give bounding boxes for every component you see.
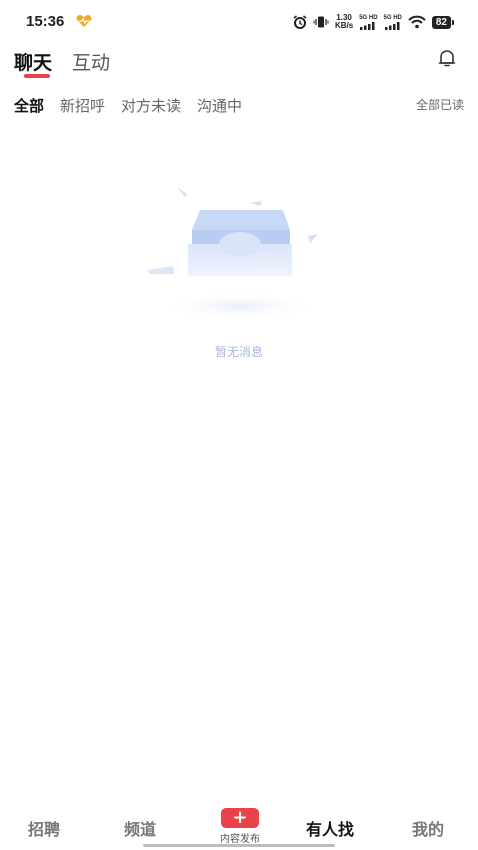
filter-all[interactable]: 全部 xyxy=(14,95,44,116)
filter-unread-by-other[interactable]: 对方未读 xyxy=(121,95,181,116)
filter-row: 全部 新招呼 对方未读 沟通中 xyxy=(14,93,242,117)
tab-chat-label: 聊天 xyxy=(14,52,53,74)
filter-new-greeting[interactable]: 新招呼 xyxy=(60,95,105,116)
empty-state-message: 暂无消息 xyxy=(214,345,263,359)
sim2-label: 5G HD xyxy=(383,14,402,21)
battery-icon: 82 xyxy=(431,15,454,29)
tab-interaction-label: 互动 xyxy=(72,52,111,74)
vibrate-icon xyxy=(313,16,329,28)
signal-sim1: 5G HD xyxy=(359,14,378,30)
plus-icon: + xyxy=(221,808,259,828)
nav-someone-looking[interactable]: 有人找 xyxy=(306,816,354,840)
sim1-label: 5G HD xyxy=(359,14,378,21)
bell-icon[interactable] xyxy=(436,47,458,69)
nav-channel[interactable]: 频道 xyxy=(124,816,156,840)
battery-level: 82 xyxy=(431,15,451,29)
header-tabs: 聊天 互动 xyxy=(14,44,110,84)
net-speed: 1.30 KB/s xyxy=(335,14,353,30)
signal-icon xyxy=(360,21,375,30)
empty-inbox-icon xyxy=(147,187,318,320)
nav-recruit[interactable]: 招聘 xyxy=(28,816,60,840)
alarm-icon xyxy=(293,15,307,29)
status-time: 15:36 xyxy=(26,13,65,30)
mark-all-read-button[interactable]: 全部已读 xyxy=(416,96,464,113)
signal-sim2: 5G HD xyxy=(384,15,402,30)
battery-cap xyxy=(452,19,454,25)
status-icons: 1.30 KB/s 5G HD 5G HD 82 xyxy=(293,12,454,32)
wifi-icon xyxy=(408,15,426,29)
publish-label: 内容发布 xyxy=(220,834,260,845)
nav-mine[interactable]: 我的 xyxy=(412,816,444,840)
filter-in-conversation[interactable]: 沟通中 xyxy=(197,95,242,116)
heart-icon xyxy=(76,15,92,27)
net-speed-unit: KB/s xyxy=(334,21,354,30)
publish-content-button[interactable]: + 内容发布 xyxy=(212,808,268,845)
tab-chat[interactable]: 聊天 xyxy=(14,44,53,78)
tab-interaction[interactable]: 互动 xyxy=(72,44,110,75)
active-tab-indicator xyxy=(24,74,50,78)
signal-icon xyxy=(384,21,400,30)
bottom-nav: 招聘 频道 + 内容发布 有人找 我的 xyxy=(0,800,478,850)
status-bar: 15:36 1.30 KB/s 5G HD 5G HD 82 xyxy=(0,0,478,44)
home-indicator[interactable] xyxy=(143,844,335,847)
